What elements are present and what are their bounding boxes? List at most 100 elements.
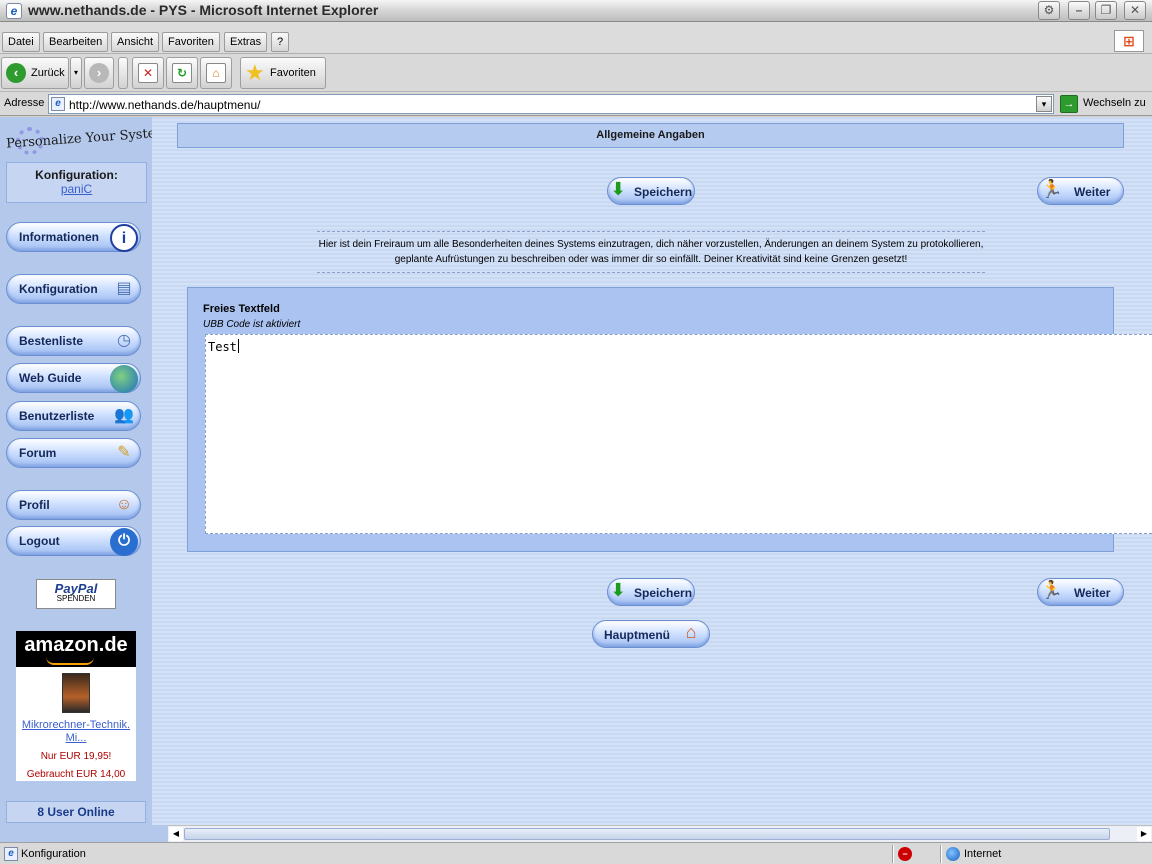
textfield-subtitle: UBB Code ist aktiviert — [203, 319, 301, 330]
window-title: www.nethands.de - PYS - Microsoft Intern… — [28, 2, 379, 18]
back-label: Zurück — [31, 67, 65, 79]
status-page-icon: e — [4, 847, 18, 861]
toolbar: ‹ Zurück ▾ › ✕ ↻ ⌂ ★ Favoriten — [0, 54, 1152, 92]
save-button-top[interactable]: ⬇ Speichern — [607, 177, 695, 205]
book-cover-image[interactable] — [62, 673, 90, 713]
nav-profil[interactable]: Profil ☺ — [6, 490, 141, 520]
scrollbar-corner — [152, 825, 168, 842]
site-logo[interactable]: Personalize Your System — [6, 123, 168, 163]
download-arrow-icon: ⬇ — [610, 580, 626, 600]
nav-benutzerliste[interactable]: Benutzerliste 👥 — [6, 401, 141, 431]
window-title-bar: e www.nethands.de - PYS - Microsoft Inte… — [0, 0, 1152, 22]
amazon-smile-icon — [46, 657, 94, 665]
configuration-box: Konfiguration: paniC — [6, 162, 147, 203]
back-arrow-icon: ‹ — [6, 63, 26, 83]
nav-label: Informationen — [19, 230, 99, 244]
menu-favoriten[interactable]: Favoriten — [162, 32, 220, 52]
go-button[interactable]: → Wechseln zu — [1058, 94, 1152, 114]
window-maximize-button[interactable]: ❐ — [1095, 1, 1117, 20]
back-dropdown-button[interactable]: ▾ — [70, 57, 82, 89]
internet-zone-icon — [946, 847, 960, 861]
menu-help[interactable]: ? — [271, 32, 290, 52]
address-url: http://www.nethands.de/hauptmenu/ — [69, 98, 261, 112]
nav-label: Konfiguration — [19, 282, 98, 296]
main-menu-label: Hauptmenü — [604, 628, 670, 642]
windows-flag-icon: ⊞ — [1114, 30, 1144, 52]
book-used-price: Gebraucht EUR 14,00 — [26, 769, 126, 780]
go-arrow-icon: → — [1060, 95, 1078, 113]
download-arrow-icon: ⬇ — [610, 179, 626, 199]
menu-extras[interactable]: Extras — [224, 32, 268, 52]
book-title-link[interactable]: Mikrorechner-Technik. Mi... — [16, 719, 136, 745]
refresh-icon: ↻ — [172, 63, 192, 83]
profile-icon: ☺ — [115, 496, 133, 513]
window-minimize-button[interactable]: – — [1068, 1, 1090, 20]
next-label: Weiter — [1074, 586, 1111, 600]
forward-arrow-icon: › — [89, 63, 109, 83]
menu-ansicht[interactable]: Ansicht — [111, 32, 160, 52]
refresh-button[interactable]: ↻ — [166, 57, 198, 89]
menu-datei[interactable]: Datei — [2, 32, 40, 52]
nav-konfiguration[interactable]: Konfiguration ▤ — [6, 274, 141, 304]
info-icon: i — [110, 224, 138, 252]
home-icon: ⌂ — [206, 63, 226, 83]
popup-blocked-icon[interactable]: − — [898, 847, 912, 861]
nav-label: Web Guide — [19, 371, 82, 385]
textfield-label: Freies Textfeld — [203, 303, 280, 315]
horizontal-scrollbar[interactable]: ◀ ▶ — [168, 825, 1152, 842]
nav-forum[interactable]: Forum ✎ — [6, 438, 141, 468]
textarea-text: Test — [208, 340, 237, 354]
scroll-thumb[interactable] — [184, 828, 1110, 840]
save-button-bottom[interactable]: ⬇ Speichern — [607, 578, 695, 606]
address-dropdown-icon[interactable]: ▾ — [1036, 96, 1052, 112]
nav-bestenliste[interactable]: Bestenliste ◷ — [6, 326, 141, 356]
next-button-top[interactable]: 🏃 Weiter — [1037, 177, 1124, 205]
nav-label: Logout — [19, 534, 60, 548]
amazon-logo: amazon.de — [16, 631, 136, 667]
home-button[interactable]: ⌂ — [200, 57, 232, 89]
menu-bearbeiten[interactable]: Bearbeiten — [43, 32, 109, 52]
paypal-donate-button[interactable]: PayPal SPENDEN — [36, 579, 116, 609]
next-button-bottom[interactable]: 🏃 Weiter — [1037, 578, 1124, 606]
users-icon: 👥 — [114, 407, 134, 424]
sidebar: Personalize Your System Konfiguration: p… — [0, 117, 168, 842]
nav-informationen[interactable]: Informationen i — [6, 222, 141, 252]
favorites-button[interactable]: ★ Favoriten — [240, 57, 326, 89]
free-text-area[interactable]: Test — [205, 334, 1152, 534]
nav-label: Profil — [19, 498, 50, 512]
running-man-icon: 🏃 — [1040, 179, 1064, 199]
forward-button[interactable]: › — [84, 57, 114, 89]
nav-web-guide[interactable]: Web Guide — [6, 363, 141, 393]
address-input[interactable]: e http://www.nethands.de/hauptmenu/ ▾ — [48, 94, 1054, 114]
window-options-button[interactable]: ⚙ — [1038, 1, 1060, 20]
text-caret — [237, 339, 239, 353]
nav-logout[interactable]: Logout ⏻ — [6, 526, 141, 556]
scroll-right-arrow-icon[interactable]: ▶ — [1137, 827, 1151, 841]
nav-label: Bestenliste — [19, 334, 84, 348]
textarea-value: Test — [208, 339, 239, 354]
save-label: Speichern — [634, 185, 693, 199]
paypal-action: SPENDEN — [56, 594, 96, 603]
address-bar: Adresse e http://www.nethands.de/hauptme… — [0, 92, 1152, 116]
ie-logo-icon: e — [6, 3, 22, 19]
amazon-brand: amazon.de — [24, 634, 128, 656]
configuration-title: Konfiguration: — [35, 168, 118, 182]
security-zone: Internet — [964, 848, 1002, 860]
computer-icon: ▤ — [116, 280, 132, 297]
save-label: Speichern — [634, 586, 693, 600]
main-content: Allgemeine Angaben ⬇ Speichern 🏃 Weiter … — [152, 117, 1152, 825]
stop-button[interactable]: ✕ — [132, 57, 164, 89]
forward-dropdown-button[interactable] — [118, 57, 128, 89]
scroll-left-arrow-icon[interactable]: ◀ — [169, 827, 183, 841]
status-separator — [940, 845, 942, 863]
ranking-icon: ◷ — [117, 332, 131, 349]
nav-label: Forum — [19, 446, 57, 460]
status-bar: e Konfiguration − Internet — [0, 842, 1152, 864]
back-button[interactable]: ‹ Zurück — [1, 57, 69, 89]
window-close-button[interactable]: ✕ — [1124, 1, 1146, 20]
main-menu-button[interactable]: Hauptmenü ⌂ — [592, 620, 710, 648]
favorites-label: Favoriten — [270, 67, 316, 79]
address-label: Adresse — [4, 97, 45, 109]
configuration-user-link[interactable]: paniC — [7, 182, 146, 196]
amazon-ad[interactable]: amazon.de Mikrorechner-Technik. Mi... Nu… — [16, 631, 136, 781]
